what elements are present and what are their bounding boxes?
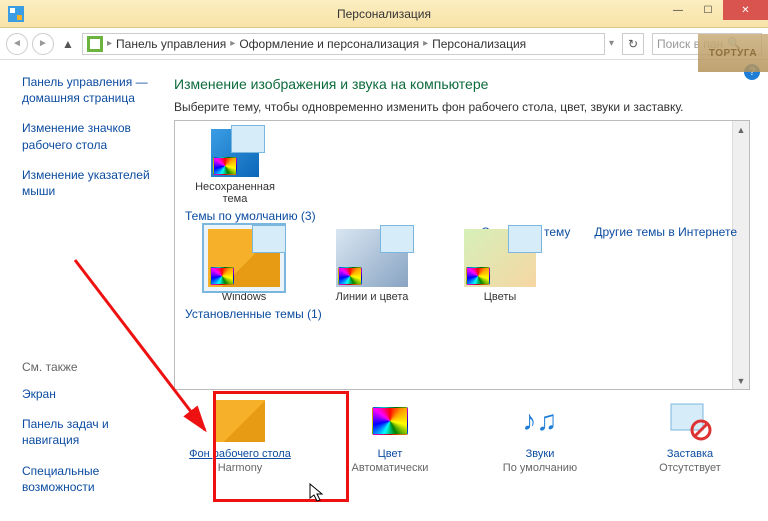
sidebar-link-display[interactable]: Экран (22, 386, 156, 402)
watermark: ТОРТУГА (698, 34, 768, 72)
forward-button[interactable]: ► (32, 33, 54, 55)
color-link[interactable]: Цвет (330, 448, 450, 460)
bottom-settings: Фон рабочего стола Harmony Цвет Автомати… (174, 400, 750, 474)
theme-unsaved-label: Несохраненная тема (195, 181, 275, 205)
svg-text:♪♫: ♪♫ (523, 405, 558, 436)
up-button[interactable]: ▲ (58, 34, 78, 54)
scrollbar[interactable]: ▲ ▼ (732, 121, 749, 389)
color-value: Автоматически (352, 462, 429, 474)
theme-windows[interactable]: Windows (185, 229, 303, 303)
theme-lines[interactable]: Линии и цвета (313, 229, 431, 303)
crumb-leaf[interactable]: Персонализация (432, 37, 526, 51)
more-themes-link[interactable]: Другие темы в Интернете (594, 225, 732, 239)
screensaver-icon (665, 400, 715, 442)
sounds-icon: ♪♫ (515, 400, 565, 442)
see-also-header: См. также (22, 360, 156, 374)
window-buttons: — ☐ ✕ (663, 0, 768, 20)
window-title: Персонализация (337, 7, 431, 21)
refresh-button[interactable]: ↻ (622, 33, 644, 55)
color-swatch-icon (213, 157, 237, 175)
scroll-up-icon[interactable]: ▲ (733, 121, 749, 138)
scroll-down-icon[interactable]: ▼ (733, 372, 749, 389)
theme-unsaved[interactable]: Несохраненная тема (185, 129, 285, 205)
color-swatch-icon (210, 267, 234, 285)
sidebar-link-taskbar[interactable]: Панель задач и навигация (22, 416, 156, 448)
back-button[interactable]: ◄ (6, 33, 28, 55)
sidebar-link-desktop-icons[interactable]: Изменение значков рабочего стола (22, 120, 156, 152)
setting-desktop-background[interactable]: Фон рабочего стола Harmony (180, 400, 300, 474)
theme-flowers-label: Цветы (484, 291, 517, 303)
page-subtext: Выберите тему, чтобы одновременно измени… (174, 100, 750, 114)
titlebar: Персонализация — ☐ ✕ (0, 0, 768, 28)
screensaver-value: Отсутствует (659, 462, 721, 474)
setting-screensaver[interactable]: Заставка Отсутствует (630, 400, 750, 474)
screensaver-link[interactable]: Заставка (630, 448, 750, 460)
color-swatch-icon (466, 267, 490, 285)
setting-color[interactable]: Цвет Автоматически (330, 400, 450, 474)
minimize-button[interactable]: — (663, 0, 693, 20)
crumb-mid[interactable]: Оформление и персонализация (239, 37, 419, 51)
navbar: ◄ ► ▲ ▸ Панель управления ▸ Оформление и… (0, 28, 768, 60)
personalization-icon (8, 6, 24, 22)
sidebar: Панель управления — домашняя страница Из… (0, 60, 168, 521)
sounds-value: По умолчанию (503, 462, 577, 474)
color-swatch-icon (338, 267, 362, 285)
maximize-button[interactable]: ☐ (693, 0, 723, 20)
sidebar-link-accessibility[interactable]: Специальные возможности (22, 463, 156, 495)
themes-box: Несохраненная тема Сохранить тему Другие… (174, 120, 750, 390)
main-panel: Изменение изображения и звука на компьют… (168, 60, 768, 521)
page-header: Изменение изображения и звука на компьют… (174, 76, 750, 92)
setting-sounds[interactable]: ♪♫ Звуки По умолчанию (480, 400, 600, 474)
installed-themes-header: Установленные темы (1) (185, 307, 722, 321)
desktop-background-value: Harmony (218, 462, 263, 474)
theme-flowers[interactable]: Цветы (441, 229, 559, 303)
sounds-link[interactable]: Звуки (480, 448, 600, 460)
sidebar-link-mouse-pointers[interactable]: Изменение указателей мыши (22, 167, 156, 199)
sidebar-link-home[interactable]: Панель управления — домашняя страница (22, 74, 156, 106)
theme-lines-label: Линии и цвета (336, 291, 409, 303)
control-panel-icon (87, 36, 103, 52)
default-themes-header: Темы по умолчанию (3) (185, 209, 722, 223)
breadcrumb[interactable]: ▸ Панель управления ▸ Оформление и персо… (82, 33, 605, 55)
desktop-background-link[interactable]: Фон рабочего стола (180, 448, 300, 460)
close-button[interactable]: ✕ (723, 0, 768, 20)
crumb-root[interactable]: Панель управления (116, 37, 226, 51)
